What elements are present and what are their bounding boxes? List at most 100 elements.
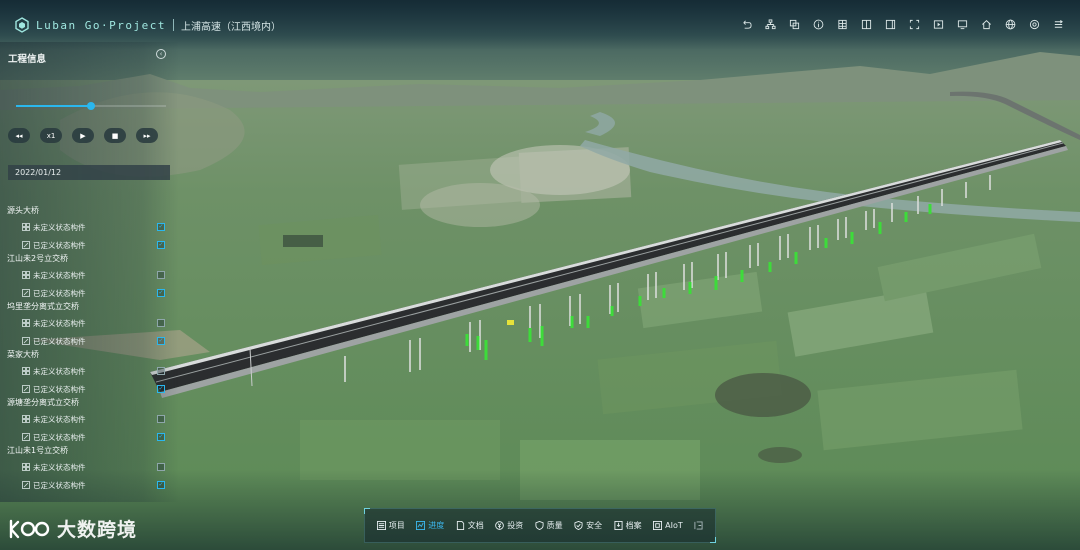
component-row[interactable]: 未定义状态构件: [22, 365, 172, 377]
split-view-icon[interactable]: [854, 16, 878, 32]
sidebar-icon[interactable]: [878, 16, 902, 32]
nav-item-project[interactable]: 项目: [376, 519, 405, 533]
visibility-checkbox[interactable]: ✓: [157, 385, 165, 393]
title-divider: [172, 19, 174, 31]
video-icon[interactable]: [926, 16, 950, 32]
component-tree: 源头大桥 未定义状态构件 ✓ 已定义状态构件 ✓ 江山未2号立交桥 未定义状态构件 已定义状态…: [7, 205, 172, 493]
group-title[interactable]: 菜家大桥: [7, 349, 39, 361]
component-label: 未定义状态构件: [33, 222, 86, 232]
component-row[interactable]: 未定义状态构件 ✓: [22, 221, 172, 233]
building-icon[interactable]: [830, 16, 854, 32]
component-row[interactable]: 已定义状态构件 ✓: [22, 335, 172, 347]
component-row[interactable]: 已定义状态构件 ✓: [22, 431, 172, 443]
bottom-nav: 项目 进度 文档 投资 质量 安全 档案 AIoT: [364, 508, 716, 543]
group-title[interactable]: 江山未1号立交桥: [7, 445, 68, 457]
nav-item-safety[interactable]: 安全: [574, 519, 602, 533]
nav-expand[interactable]: [694, 519, 703, 533]
slider-fill: [16, 105, 91, 107]
visibility-checkbox[interactable]: [157, 367, 165, 375]
project-info-panel: 工程信息 ‹ ◂◂ x1 ▶ ■ ▸▸ 2022/01/12 源头大桥未定义状态…: [0, 42, 178, 502]
fast-forward-button[interactable]: ▸▸: [136, 128, 158, 143]
nav-label: 档案: [625, 521, 642, 530]
visibility-checkbox[interactable]: [157, 271, 165, 279]
visibility-checkbox[interactable]: ✓: [157, 481, 165, 489]
globe-icon[interactable]: [998, 16, 1022, 32]
list-icon: [376, 521, 386, 530]
current-date[interactable]: 2022/01/12: [8, 165, 170, 180]
brand: Luban Go·Project 上浦高速（江西境内）: [14, 15, 281, 35]
nav-item-investment[interactable]: 投资: [495, 519, 523, 533]
visibility-checkbox[interactable]: ✓: [157, 223, 165, 231]
grid-component-icon: [22, 415, 30, 423]
visibility-checkbox[interactable]: ✓: [157, 241, 165, 249]
nav-corner: [710, 537, 716, 543]
top-toolbar: [734, 16, 1070, 32]
edit-component-icon: [22, 433, 30, 441]
grid-component-icon: [22, 271, 30, 279]
nav-item-aiot[interactable]: AIoT: [653, 519, 683, 533]
archive-icon: [614, 521, 623, 530]
nav-item-archive[interactable]: 档案: [614, 519, 642, 533]
group-title[interactable]: 源头大桥: [7, 205, 39, 217]
component-label: 未定义状态构件: [33, 366, 86, 376]
chip-icon: [653, 521, 663, 530]
shield-check-icon: [574, 521, 583, 530]
layers-icon[interactable]: [1046, 16, 1070, 32]
component-row[interactable]: 未定义状态构件: [22, 317, 172, 329]
play-button[interactable]: ▶: [72, 128, 94, 143]
visibility-checkbox[interactable]: [157, 415, 165, 423]
component-label: 未定义状态构件: [33, 270, 86, 280]
home-icon[interactable]: [974, 16, 998, 32]
org-tree-icon[interactable]: [758, 16, 782, 32]
visibility-checkbox[interactable]: ✓: [157, 433, 165, 441]
nav-corner: [364, 508, 370, 514]
panel-title: 工程信息: [8, 54, 47, 65]
nav-item-document[interactable]: 文档: [456, 519, 484, 533]
nav-item-progress[interactable]: 进度: [416, 519, 444, 533]
edit-component-icon: [22, 289, 30, 297]
slider-handle[interactable]: [87, 102, 95, 110]
undo-icon[interactable]: [734, 16, 758, 32]
grid-component-icon: [22, 367, 30, 375]
component-row[interactable]: 未定义状态构件: [22, 413, 172, 425]
component-row[interactable]: 已定义状态构件 ✓: [22, 383, 172, 395]
group-title[interactable]: 江山未2号立交桥: [7, 253, 68, 265]
component-label: 已定义状态构件: [33, 480, 86, 490]
component-row[interactable]: 已定义状态构件 ✓: [22, 479, 172, 491]
rewind-button[interactable]: ◂◂: [8, 128, 30, 143]
component-group: 坞里垄分离式立交桥未定义状态构件已定义状态构件 ✓: [7, 301, 172, 349]
fullscreen-icon[interactable]: [902, 16, 926, 32]
monitor-icon[interactable]: [950, 16, 974, 32]
speed-button[interactable]: x1: [40, 128, 62, 143]
timeline-slider[interactable]: [16, 102, 166, 110]
component-label: 未定义状态构件: [33, 462, 86, 472]
visibility-checkbox[interactable]: [157, 319, 165, 327]
stop-button[interactable]: ■: [104, 128, 126, 143]
component-group: 源塘垄分离式立交桥未定义状态构件 已定义状态构件 ✓: [7, 397, 172, 445]
component-row[interactable]: 已定义状态构件 ✓: [22, 239, 172, 251]
info-icon[interactable]: [806, 16, 830, 32]
edit-component-icon: [22, 481, 30, 489]
copy-icon[interactable]: [782, 16, 806, 32]
component-label: 未定义状态构件: [33, 318, 86, 328]
project-name: 上浦高速（江西境内）: [180, 21, 281, 33]
visibility-checkbox[interactable]: ✓: [157, 337, 165, 345]
playback-controls: ◂◂ x1 ▶ ■ ▸▸: [8, 128, 158, 143]
visibility-checkbox[interactable]: ✓: [157, 289, 165, 297]
app-name: Luban Go·Project: [36, 18, 166, 32]
component-label: 已定义状态构件: [33, 288, 86, 298]
component-row[interactable]: 未定义状态构件: [22, 461, 172, 473]
settings-icon[interactable]: [1022, 16, 1046, 32]
component-row[interactable]: 未定义状态构件: [22, 269, 172, 281]
nav-label: 文档: [467, 521, 484, 530]
group-title[interactable]: 坞里垄分离式立交桥: [7, 301, 79, 313]
nav-item-quality[interactable]: 质量: [535, 519, 563, 533]
component-row[interactable]: 已定义状态构件 ✓: [22, 287, 172, 299]
edit-component-icon: [22, 385, 30, 393]
expand-icon: [694, 521, 703, 530]
visibility-checkbox[interactable]: [157, 463, 165, 471]
collapse-panel-button[interactable]: ‹: [156, 49, 166, 59]
component-label: 已定义状态构件: [33, 240, 86, 250]
group-title[interactable]: 源塘垄分离式立交桥: [7, 397, 79, 409]
grid-component-icon: [22, 463, 30, 471]
